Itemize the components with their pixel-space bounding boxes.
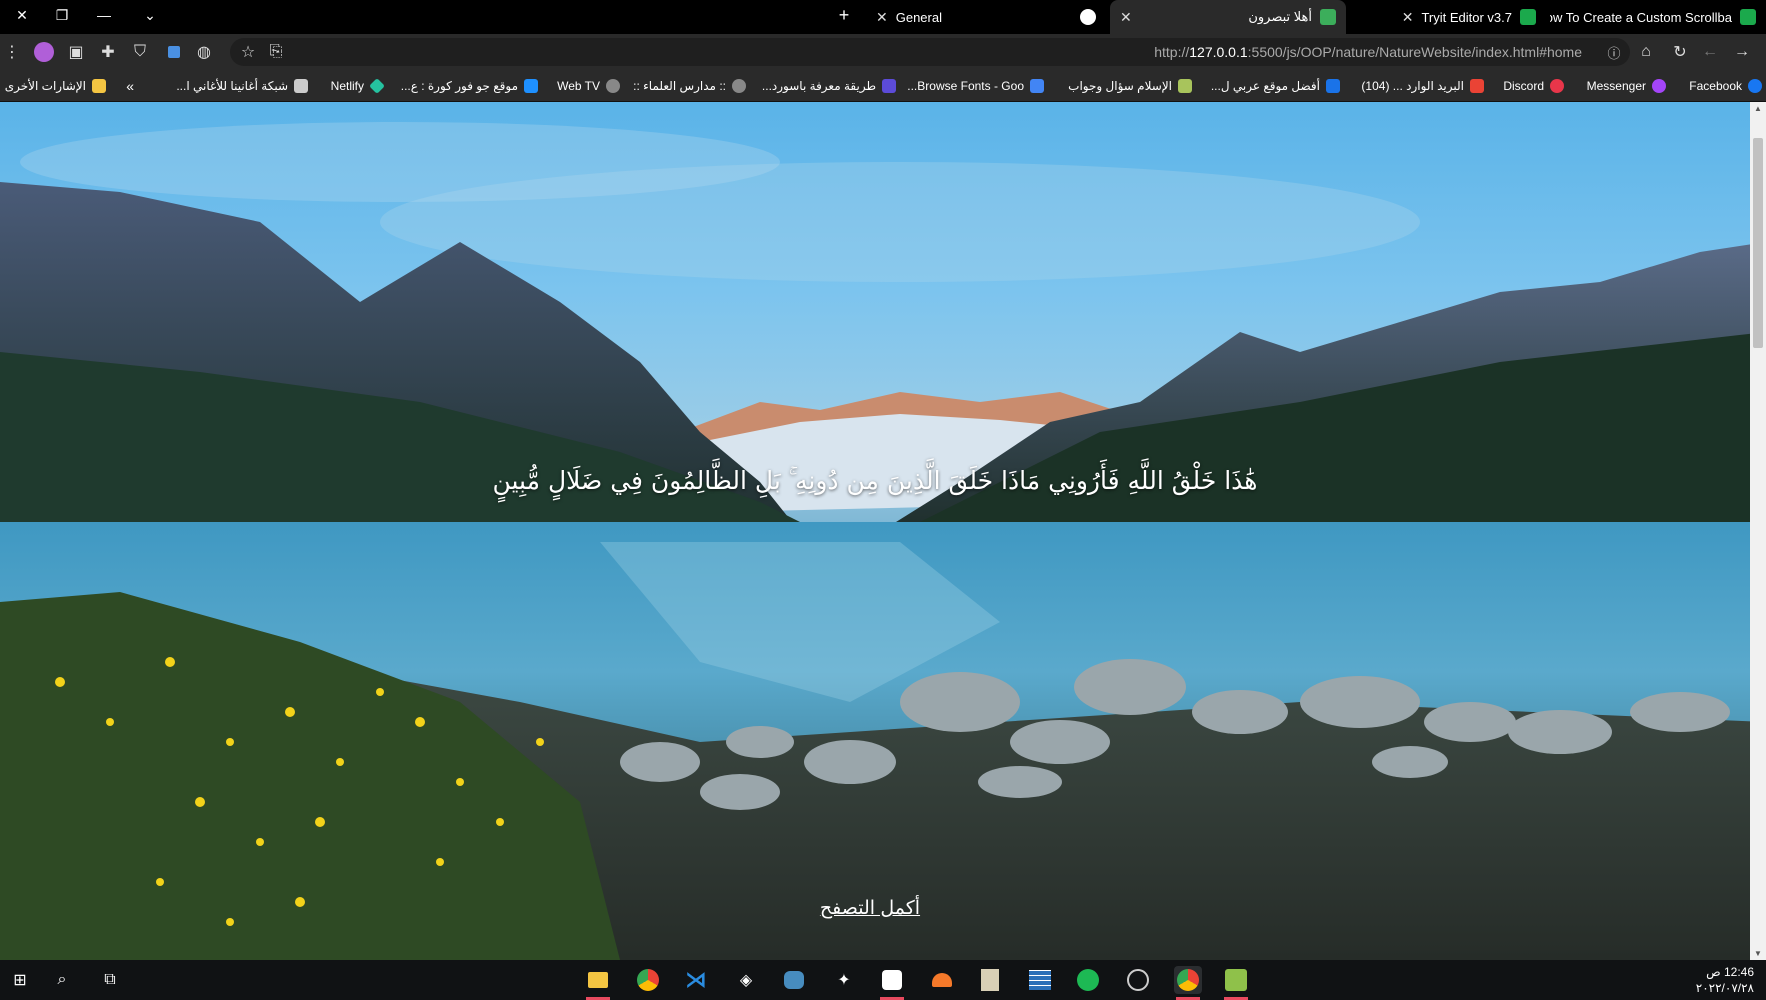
task-view-icon[interactable]: ⧉ [96, 966, 124, 994]
restore-window-button[interactable]: ❐ [40, 0, 84, 30]
forward-icon[interactable]: ← [1700, 42, 1720, 62]
scroll-down-arrow-icon[interactable]: ▼ [1754, 949, 1762, 958]
continue-browsing-link[interactable]: أكمل التصفح [0, 897, 1740, 920]
scrollbar-thumb[interactable] [1753, 138, 1763, 348]
hero-section: هَٰذَا خَلْقُ اللَّهِ فَأَرُونِي مَاذَا … [0, 102, 1766, 960]
tab-general[interactable]: General ✕ [866, 0, 1106, 34]
back-icon[interactable]: → [1732, 42, 1752, 62]
minimize-window-button[interactable]: — [82, 0, 126, 30]
speaker-icon [294, 79, 308, 93]
game-icon[interactable]: ✦ [830, 966, 858, 994]
close-tab-icon[interactable]: ✕ [1120, 9, 1132, 26]
url-text[interactable]: http://127.0.0.1:5500/js/OOP/nature/Natu… [1154, 44, 1582, 60]
spotify-icon[interactable] [1074, 966, 1102, 994]
bookmark-discord[interactable]: Discord [1503, 76, 1564, 96]
bookmark-aghanina[interactable]: شبكة أغانينا للأغاني ا... [176, 76, 308, 96]
close-tab-icon[interactable]: ✕ [876, 9, 888, 26]
tree-app-icon[interactable] [1222, 966, 1250, 1000]
info-icon[interactable]: ⓘ [1604, 42, 1624, 62]
extensions-icon[interactable]: ✚ [98, 42, 118, 62]
chrome-icon[interactable] [634, 966, 662, 994]
new-tab-button[interactable]: + [822, 0, 866, 30]
reload-icon[interactable]: ↻ [1670, 42, 1690, 62]
windows-taskbar: ⊞ ⌕ ⧉ ⋊ ◈ ✦ 12:46 ص ٢٠٢٢/٠٧/٢٨ [0, 960, 1766, 1000]
bookmark-facebook[interactable]: Facebook [1689, 76, 1762, 96]
tab-tryit-editor[interactable]: Tryit Editor v3.7 ✕ [1346, 0, 1546, 34]
infinity-icon [524, 79, 538, 93]
bookmark-messenger[interactable]: Messenger [1587, 76, 1666, 96]
unity-icon[interactable]: ◈ [732, 966, 760, 994]
globe-icon[interactable]: ◍ [194, 42, 214, 62]
grid-app-icon[interactable] [1026, 966, 1054, 994]
menu-icon[interactable]: ⋮ [2, 42, 22, 62]
bookmark-netlify[interactable]: Netlify [331, 76, 385, 96]
globe-icon [606, 79, 620, 93]
tab-nature-website[interactable]: أهلا تبصرون ✕ [1110, 0, 1346, 34]
aseprite-icon[interactable] [878, 966, 906, 1000]
islamqa-icon [1178, 79, 1192, 93]
clock-time: 12:46 ص [1706, 965, 1754, 979]
discord-icon [1550, 79, 1564, 93]
system-clock[interactable]: 12:46 ص ٢٠٢٢/٠٧/٢٨ [1696, 964, 1754, 996]
bookmark-webtv[interactable]: Web TV [557, 76, 620, 96]
page-scrollbar[interactable]: ▲ ▼ [1750, 102, 1766, 960]
netlify-icon [369, 78, 385, 94]
quran-verse-heading: هَٰذَا خَلْقُ اللَّهِ فَأَرُونِي مَاذَا … [492, 466, 1258, 495]
clock-date: ٢٠٢٢/٠٧/٢٨ [1695, 981, 1754, 995]
bookmark-islamqa[interactable]: الإسلام سؤال وجواب [1068, 76, 1192, 96]
bookmark-google-fonts[interactable]: Browse Fonts - Goo... [907, 76, 1044, 96]
three-icon [882, 79, 896, 93]
google-fonts-icon [1030, 79, 1044, 93]
notes-icon[interactable] [976, 966, 1004, 994]
color-picker-icon[interactable] [164, 42, 184, 62]
bookmark-gmail[interactable]: البريد الوارد ... (104) [1361, 76, 1484, 96]
side-panel-icon[interactable]: ▣ [66, 42, 86, 62]
home-icon[interactable]: ⌂ [1636, 42, 1656, 62]
bookmark-goforkora[interactable]: موقع جو فور كورة : ع... [401, 76, 538, 96]
w-green-icon [1740, 9, 1756, 25]
shield-icon[interactable]: ⛉ [130, 42, 150, 62]
tab-title: Tryit Editor v3.7 [1421, 9, 1512, 25]
vscode-icon[interactable]: ⋊ [682, 966, 710, 994]
share-icon[interactable]: ⎘ [266, 42, 286, 62]
gmail-icon [1470, 79, 1484, 93]
tab-custom-scrollbar[interactable]: How To Create a Custom Scrollba ✕ [1550, 0, 1766, 34]
tab-search-button[interactable]: ⌄ [128, 0, 172, 30]
address-bar[interactable]: ☆ ⎘ http://127.0.0.1:5500/js/OOP/nature/… [230, 38, 1630, 66]
tab-title: General [895, 9, 942, 25]
tab-title: أهلا تبصرون [1248, 9, 1312, 24]
other-bookmarks-folder[interactable]: الإشارات الأخرى [5, 76, 106, 96]
h-icon [1326, 79, 1340, 93]
chrome-profile-icon[interactable] [1174, 966, 1202, 1000]
bookmark-password[interactable]: طريقة معرفة باسورد... [762, 76, 896, 96]
search-icon[interactable]: ⌕ [48, 966, 76, 994]
tree-icon [1320, 9, 1336, 25]
blender-icon[interactable] [928, 966, 956, 994]
godot-icon[interactable] [780, 966, 808, 994]
more-bookmarks-button[interactable]: » [126, 76, 134, 96]
messenger-icon [1652, 79, 1666, 93]
bookmark-madaris[interactable]: :: مدارس العلماء :: [633, 76, 746, 96]
globe-icon [732, 79, 746, 93]
scroll-up-arrow-icon[interactable]: ▲ [1754, 104, 1762, 113]
tab-strip: ✕ ❐ — ⌄ How To Create a Custom Scrollba … [0, 0, 1766, 34]
file-explorer-icon[interactable] [584, 966, 612, 1000]
github-icon [1080, 9, 1096, 25]
star-icon[interactable]: ☆ [238, 42, 258, 62]
close-window-button[interactable]: ✕ [0, 0, 44, 30]
close-tab-icon[interactable]: ✕ [1402, 9, 1414, 26]
bookmarks-bar: Facebook Messenger Discord البريد الوارد… [0, 70, 1766, 102]
folder-icon [92, 79, 106, 93]
obs-icon[interactable] [1124, 966, 1152, 994]
landscape-background [0, 122, 1766, 960]
w-green-icon [1520, 9, 1536, 25]
profile-avatar[interactable] [34, 42, 54, 62]
facebook-icon [1748, 79, 1762, 93]
bookmark-arabic-site[interactable]: أفضل موقع عربي ل... [1211, 76, 1340, 96]
browser-toolbar: ⋮ ▣ ✚ ⛉ ◍ ☆ ⎘ http://127.0.0.1:5500/js/O… [0, 34, 1766, 70]
tab-title: How To Create a Custom Scrollba [1550, 9, 1732, 25]
windows-start-icon[interactable]: ⊞ [6, 966, 34, 994]
